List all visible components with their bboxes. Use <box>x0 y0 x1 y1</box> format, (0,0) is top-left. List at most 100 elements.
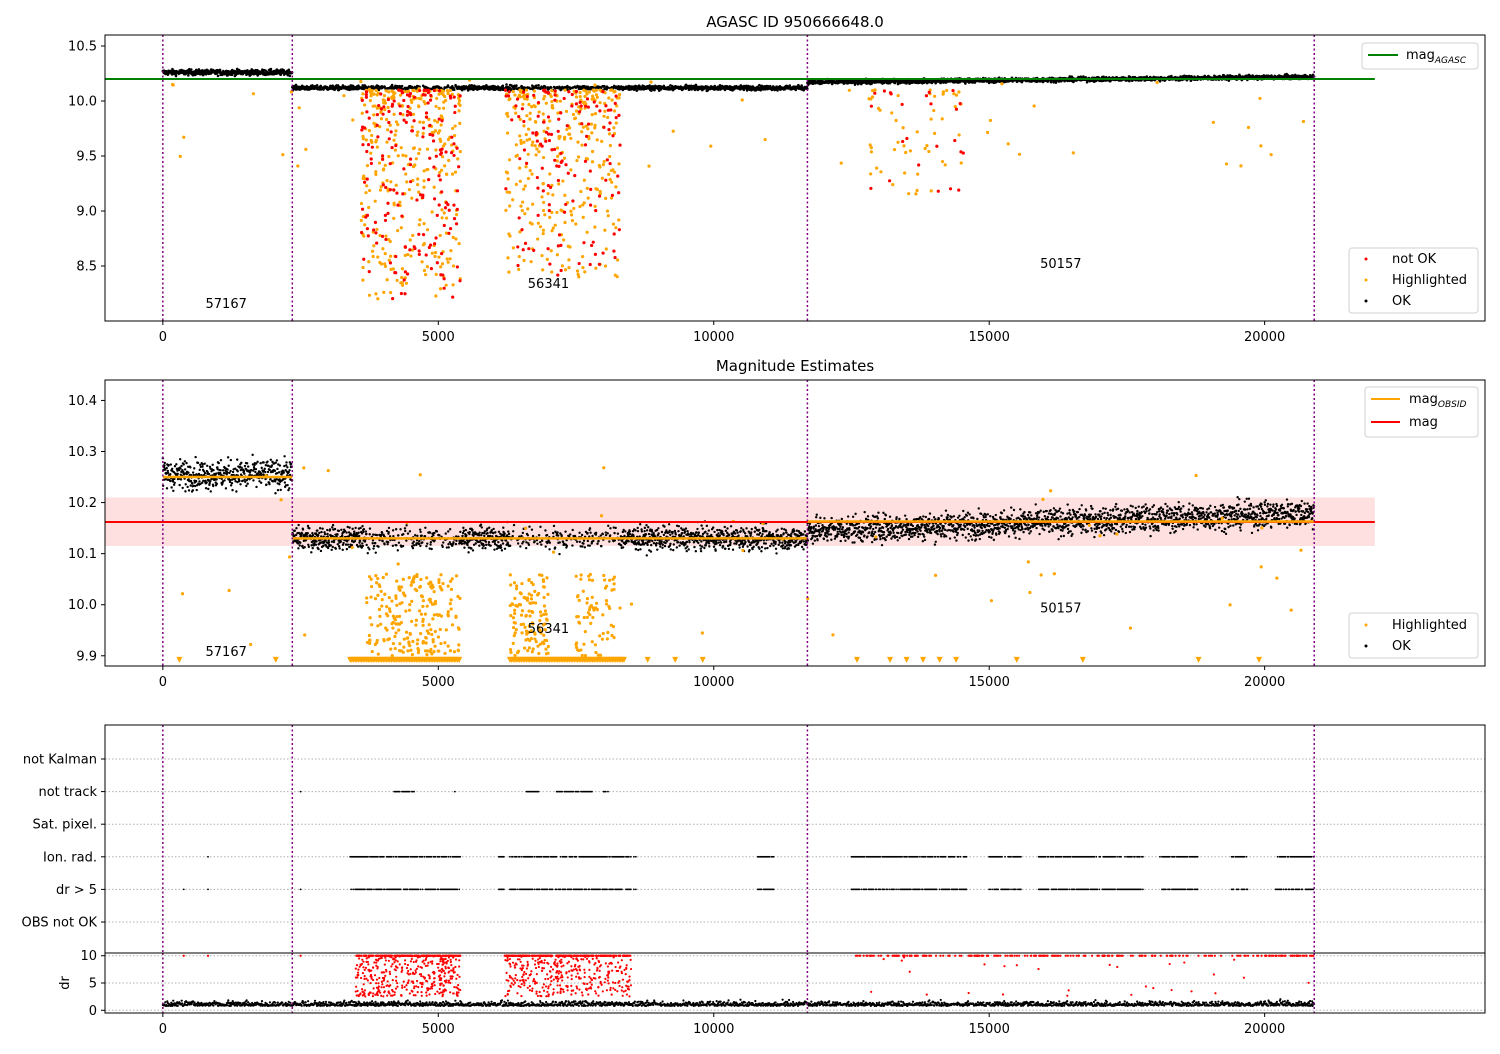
point-highlighted <box>570 213 573 216</box>
point-highlighted <box>366 164 369 167</box>
point-highlighted <box>378 161 381 164</box>
point-not-ok <box>390 146 393 149</box>
point-not-ok <box>524 242 527 245</box>
point-highlighted <box>422 222 425 225</box>
point-highlighted <box>591 160 594 163</box>
point-highlighted <box>672 130 675 133</box>
point-ok <box>330 544 332 546</box>
point-highlighted <box>389 255 392 258</box>
point-ok <box>338 545 340 547</box>
point-highlighted <box>437 131 440 134</box>
point-highlighted <box>581 266 584 269</box>
point-highlighted <box>523 93 526 96</box>
point-ok <box>310 551 312 553</box>
y-tick-label: 10.0 <box>68 95 97 110</box>
point-highlighted <box>519 205 522 208</box>
point-ok <box>246 483 248 485</box>
point-highlighted <box>576 269 579 272</box>
point-not-ok <box>403 278 406 281</box>
point-highlighted <box>410 99 413 102</box>
point-not-ok <box>504 89 507 92</box>
point-highlighted <box>586 231 589 234</box>
point-ok <box>262 461 264 463</box>
point-ok <box>648 84 651 87</box>
point-not-ok <box>449 96 452 99</box>
point-highlighted <box>556 253 559 256</box>
point-highlighted <box>595 93 598 96</box>
point-highlighted <box>369 99 372 102</box>
point-highlighted <box>584 90 587 93</box>
point-highlighted <box>383 108 386 111</box>
point-highlighted <box>1000 82 1003 85</box>
point-not-ok <box>443 224 446 227</box>
point-not-ok <box>384 186 387 189</box>
point-not-ok <box>429 99 432 102</box>
point-highlighted <box>904 151 907 154</box>
point-highlighted <box>617 162 620 165</box>
point-highlighted <box>533 89 536 92</box>
point-not-ok <box>440 119 443 122</box>
point-not-ok <box>937 190 940 193</box>
point-ok <box>230 484 232 486</box>
point-highlighted <box>438 138 441 141</box>
point-highlighted <box>506 171 509 174</box>
point-not-ok <box>381 154 384 157</box>
point-highlighted <box>396 229 399 232</box>
legend-label-ok: OK <box>1392 294 1411 309</box>
point-not-ok <box>402 99 405 102</box>
point-highlighted <box>369 152 372 155</box>
point-ok <box>190 68 193 71</box>
point-highlighted <box>449 249 452 252</box>
point-ok <box>265 483 267 485</box>
point-not-ok <box>557 165 560 168</box>
point-highlighted <box>574 222 577 225</box>
point-ok <box>513 87 516 90</box>
point-not-ok <box>526 95 529 98</box>
point-highlighted <box>392 217 395 220</box>
point-ok <box>204 472 206 474</box>
point-highlighted <box>609 144 612 147</box>
point-highlighted <box>1225 162 1228 165</box>
legend-label-not-ok: not OK <box>1392 252 1437 267</box>
point-not-ok <box>437 174 440 177</box>
point-ok <box>173 482 175 484</box>
point-not-ok <box>440 252 443 255</box>
point-not-ok <box>389 188 392 191</box>
point-highlighted <box>602 163 605 166</box>
point-not-ok <box>395 191 398 194</box>
point-highlighted <box>397 154 400 157</box>
point-highlighted <box>554 224 557 227</box>
point-highlighted <box>441 155 444 158</box>
point-not-ok <box>423 89 426 92</box>
point-highlighted <box>525 88 528 91</box>
point-highlighted <box>351 118 354 121</box>
point-highlighted <box>362 234 365 237</box>
point-ok <box>274 492 276 494</box>
point-highlighted <box>531 203 534 206</box>
point-not-ok <box>949 187 952 190</box>
point-not-ok <box>563 211 566 214</box>
point-not-ok <box>433 242 436 245</box>
point-highlighted <box>518 94 521 97</box>
point-highlighted <box>873 88 876 91</box>
point-highlighted <box>559 209 562 212</box>
point-highlighted <box>368 189 371 192</box>
point-highlighted <box>550 249 553 252</box>
point-highlighted <box>524 184 527 187</box>
point-not-ok <box>418 89 421 92</box>
point-highlighted <box>434 129 437 132</box>
point-highlighted <box>608 155 611 158</box>
point-highlighted <box>545 102 548 105</box>
point-not-ok <box>578 262 581 265</box>
point-highlighted <box>551 229 554 232</box>
point-not-ok <box>377 104 380 107</box>
point-not-ok <box>575 102 578 105</box>
point-highlighted <box>609 89 612 92</box>
point-highlighted <box>580 144 583 147</box>
point-not-ok <box>548 139 551 142</box>
point-highlighted <box>927 150 930 153</box>
point-not-ok <box>539 143 542 146</box>
point-highlighted <box>575 159 578 162</box>
point-highlighted <box>392 139 395 142</box>
point-highlighted <box>604 264 607 267</box>
